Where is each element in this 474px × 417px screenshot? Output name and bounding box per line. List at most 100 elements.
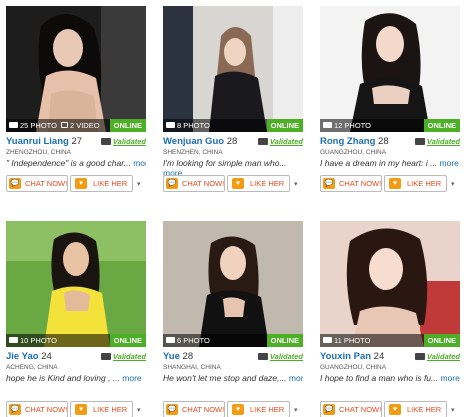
more-link[interactable]: more: [122, 373, 141, 383]
id-card-icon: [414, 352, 425, 360]
profile-card: 8 PHOTO ONLINE Wenjuan Guo 28 Validated …: [163, 6, 303, 192]
profile-age: 28: [378, 136, 389, 147]
profile-location: SHANGHAI, CHINA: [163, 364, 221, 371]
like-her-button[interactable]: ♥ LIKE HER: [384, 401, 447, 417]
like-her-button[interactable]: ♥ LIKE HER: [227, 175, 290, 192]
chat-bubble-icon: 💬: [323, 178, 335, 189]
validated-label: Validated: [269, 352, 303, 361]
validated-badge[interactable]: Validated: [100, 136, 146, 148]
like-label: LIKE HER: [93, 405, 128, 414]
profile-name[interactable]: Yue: [163, 351, 180, 362]
profile-name[interactable]: Jie Yao: [6, 351, 39, 362]
photo-count: 8 PHOTO: [177, 121, 210, 130]
photo-count: 10 PHOTO: [20, 336, 57, 345]
profile-quote: " Independence" is a good char... more: [6, 158, 146, 168]
validated-label: Validated: [426, 137, 460, 146]
profile-photo[interactable]: 8 PHOTO ONLINE: [163, 6, 303, 132]
profile-photo[interactable]: 6 PHOTO ONLINE: [163, 221, 303, 347]
like-her-button[interactable]: ♥ LIKE HER: [70, 401, 133, 417]
profile-card: 11 PHOTO ONLINE Youxin Pan 24 Validated …: [320, 221, 460, 417]
online-badge: ONLINE: [109, 119, 146, 132]
camera-icon: [9, 337, 18, 344]
validated-badge[interactable]: Validated: [414, 136, 460, 148]
chevron-down-icon[interactable]: ▾: [451, 180, 455, 188]
chevron-down-icon[interactable]: ▾: [137, 180, 141, 188]
profile-photo[interactable]: 12 PHOTO ONLINE: [320, 6, 460, 132]
more-link[interactable]: more: [440, 158, 459, 168]
chat-label: CHAT NOW!: [25, 179, 68, 188]
quote-text: I hope to find a man who is fu...: [320, 373, 439, 383]
chat-now-button[interactable]: 💬 CHAT NOW!: [163, 401, 225, 417]
name-row: Jie Yao 24 Validated: [6, 351, 146, 363]
more-link[interactable]: more: [289, 373, 303, 383]
profile-name[interactable]: Rong Zhang: [320, 136, 375, 147]
heart-icon: ♥: [232, 404, 244, 415]
profile-name[interactable]: Youxin Pan: [320, 351, 371, 362]
online-badge: ONLINE: [266, 334, 303, 347]
profile-age: 24: [41, 351, 52, 362]
chevron-down-icon[interactable]: ▾: [294, 180, 298, 188]
profile-card: 10 PHOTO ONLINE Jie Yao 24 Validated ACH…: [6, 221, 146, 417]
chat-label: CHAT NOW!: [182, 179, 225, 188]
card-actions: 💬 CHAT NOW! ♥ LIKE HER ▾: [6, 175, 146, 192]
like-her-button[interactable]: ♥ LIKE HER: [384, 175, 447, 192]
photo-count: 11 PHOTO: [334, 336, 371, 345]
validated-label: Validated: [426, 352, 460, 361]
id-card-icon: [257, 352, 268, 360]
quote-text: hope he is Kind and loving , ...: [6, 373, 120, 383]
more-link[interactable]: more: [133, 158, 146, 168]
profile-photo-image: [6, 6, 146, 132]
like-label: LIKE HER: [93, 179, 128, 188]
profile-age: 27: [71, 136, 83, 147]
heart-icon: ♥: [75, 178, 87, 189]
profile-name[interactable]: Yuanrui Liang: [6, 136, 69, 147]
profile-age: 28: [226, 136, 238, 147]
profile-photo-image: [320, 221, 460, 347]
quote-text: " Independence" is a good char...: [6, 158, 131, 168]
quote-text: I'm looking for simple man who...: [163, 158, 287, 168]
chat-now-button[interactable]: 💬 CHAT NOW!: [6, 401, 68, 417]
heart-icon: ♥: [389, 178, 401, 189]
profile-photo[interactable]: 10 PHOTO ONLINE: [6, 221, 146, 347]
more-link[interactable]: more: [441, 373, 460, 383]
profile-name[interactable]: Wenjuan Guo: [163, 136, 224, 147]
profile-quote: He won't let me stop and daze,... more: [163, 373, 303, 383]
quote-text: He won't let me stop and daze,...: [163, 373, 287, 383]
chat-label: CHAT NOW!: [25, 405, 68, 414]
like-her-button[interactable]: ♥ LIKE HER: [70, 175, 133, 192]
chat-now-button[interactable]: 💬 CHAT NOW!: [320, 175, 382, 192]
profile-location: GUANGZHOU, CHINA: [320, 149, 387, 156]
validated-badge[interactable]: Validated: [414, 351, 460, 363]
chevron-down-icon[interactable]: ▾: [137, 406, 141, 414]
chat-now-button[interactable]: 💬 CHAT NOW!: [6, 175, 68, 192]
profile-photo[interactable]: 25 PHOTO 2 VIDEO ONLINE: [6, 6, 146, 132]
photo-count: 25 PHOTO: [20, 121, 57, 130]
camera-icon: [323, 337, 332, 344]
like-label: LIKE HER: [407, 405, 442, 414]
validated-label: Validated: [112, 352, 146, 361]
heart-icon: ♥: [75, 404, 87, 415]
photo-count: 6 PHOTO: [177, 336, 210, 345]
chat-label: CHAT NOW!: [182, 405, 225, 414]
online-badge: ONLINE: [109, 334, 146, 347]
name-row: Yue 28 Validated: [163, 351, 303, 363]
validated-badge[interactable]: Validated: [100, 351, 146, 363]
chevron-down-icon[interactable]: ▾: [451, 406, 455, 414]
profile-location: GUANGZHOU, CHINA: [320, 364, 387, 371]
chat-now-button[interactable]: 💬 CHAT NOW!: [163, 175, 225, 192]
profile-photo[interactable]: 11 PHOTO ONLINE: [320, 221, 460, 347]
validated-badge[interactable]: Validated: [257, 351, 303, 363]
profile-photo-image: [163, 6, 303, 132]
video-count: 2 VIDEO: [69, 121, 100, 130]
chat-now-button[interactable]: 💬 CHAT NOW!: [320, 401, 382, 417]
id-card-icon: [414, 137, 425, 145]
like-her-button[interactable]: ♥ LIKE HER: [227, 401, 290, 417]
chevron-down-icon[interactable]: ▾: [294, 406, 298, 414]
validated-badge[interactable]: Validated: [257, 136, 303, 148]
id-card-icon: [100, 137, 111, 145]
chat-bubble-icon: 💬: [166, 178, 178, 189]
photo-count: 12 PHOTO: [334, 121, 371, 130]
name-row: Yuanrui Liang 27 Validated: [6, 136, 146, 148]
like-label: LIKE HER: [250, 179, 285, 188]
profile-location: ACHENG, CHINA: [6, 364, 58, 371]
